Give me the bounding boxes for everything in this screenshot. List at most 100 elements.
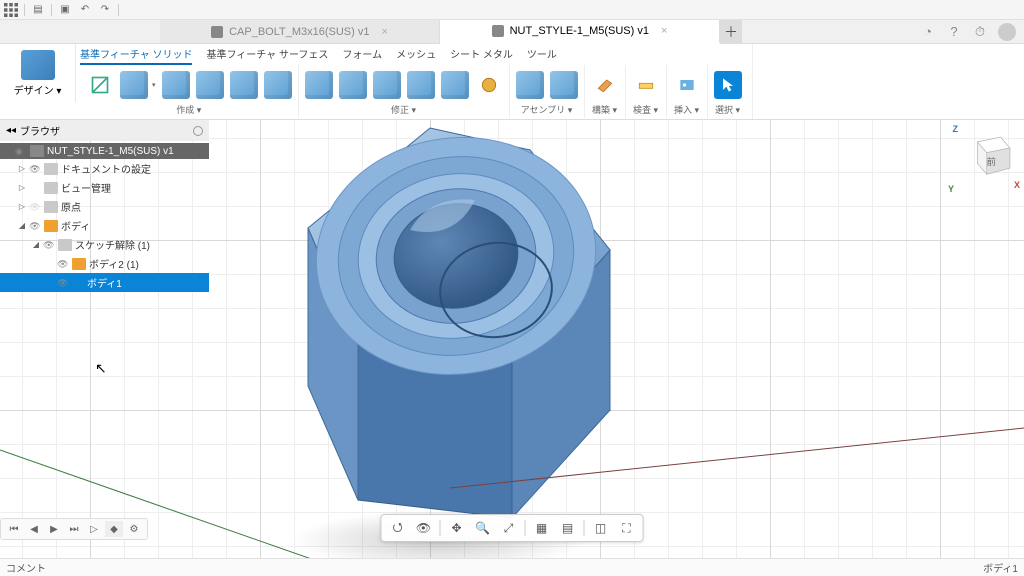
root-label: NUT_STYLE-1_M5(SUS) v1 [47,146,174,157]
group-create-label[interactable]: 作成 ▾ [84,103,294,118]
plane-icon[interactable] [591,71,619,99]
hex-nut-model[interactable] [260,120,660,540]
sketch-icon[interactable] [86,71,114,99]
shell-icon[interactable] [373,71,401,99]
help-icon[interactable]: ? [946,24,962,40]
new-tab-button[interactable]: ＋ [720,20,742,43]
combine-icon[interactable] [441,71,469,99]
tl-start-icon[interactable]: ⏮ [5,521,23,537]
grid-icon[interactable]: ▤ [556,518,580,538]
avatar[interactable] [998,23,1016,41]
asbuilt-icon[interactable] [550,71,578,99]
close-icon[interactable]: × [661,25,667,37]
viewports-icon[interactable]: ◫ [589,518,613,538]
tree-body2[interactable]: 👁ボディ2 (1) [0,254,209,273]
doc-icon [211,26,223,38]
tab-cap-bolt[interactable]: CAP_BOLT_M3x16(SUS) v1 × [160,20,440,43]
quick-access-toolbar: ▤ ▣ ↶ ↷ [0,0,1024,20]
fit-icon[interactable]: ⤢ [497,518,521,538]
tl-feature-1[interactable]: ◆ [105,521,123,537]
axis-y: Y [948,184,954,194]
viewcube[interactable]: 前 [962,128,1016,182]
tree-views[interactable]: ▷ビュー管理 [0,178,209,197]
tab-mesh[interactable]: メッシュ [396,46,436,65]
measure-icon[interactable] [632,71,660,99]
tab-solid[interactable]: 基準フィーチャ ソリッド [80,46,192,65]
fillet-icon[interactable] [305,71,333,99]
document-tabs: CAP_BOLT_M3x16(SUS) v1 × NUT_STYLE-1_M5(… [0,20,1024,44]
file-icon[interactable]: ▤ [31,3,45,17]
tab-label: NUT_STYLE-1_M5(SUS) v1 [510,25,649,37]
tab-sheetmetal[interactable]: シート メタル [450,46,513,65]
tl-end-icon[interactable]: ⏭ [65,521,83,537]
look-icon[interactable]: 👁 [412,518,436,538]
box-icon[interactable] [120,71,148,99]
tl-play-icon[interactable]: ▷ [85,521,103,537]
collapse-icon[interactable]: ◂◂ [6,125,16,136]
tab-label: CAP_BOLT_M3x16(SUS) v1 [229,26,369,38]
comment-label[interactable]: コメント [6,560,46,575]
tree-root[interactable]: ◢◉ NUT_STYLE-1_M5(SUS) v1 [0,143,209,159]
workspace-icon [21,50,55,80]
display-icon[interactable]: ▦ [530,518,554,538]
selection-label: ボディ1 [983,560,1018,575]
workspace-label: デザイン ▾ [14,82,62,97]
browser-tree: ◢◉ NUT_STYLE-1_M5(SUS) v1 ▷👁ドキュメントの設定 ▷ビ… [0,141,209,294]
tree-body1-selected[interactable]: 👁ボディ1 [0,273,209,292]
workspace-switcher[interactable]: デザイン ▾ [0,44,76,102]
joint-icon[interactable] [516,71,544,99]
ribbon-toolbar: デザイン ▾ 基準フィーチャ ソリッド 基準フィーチャ サーフェス フォーム メ… [0,44,1024,120]
extensions-icon[interactable]: ◔ [920,24,936,40]
axis-x: X [1014,180,1020,190]
undo-icon[interactable]: ↶ [78,3,92,17]
browser-header[interactable]: ◂◂ ブラウザ [0,120,209,141]
doc-icon [492,25,504,37]
tree-origin[interactable]: ▷👁原点 [0,197,209,216]
revolve-icon[interactable] [196,71,224,99]
zoom-icon[interactable]: 🔍 [471,518,495,538]
sweep-icon[interactable] [230,71,258,99]
chamfer-icon[interactable] [339,71,367,99]
extrude-icon[interactable] [162,71,190,99]
select-icon[interactable] [714,71,742,99]
orbit-icon[interactable]: ⭯ [386,518,410,538]
apps-icon[interactable] [4,3,18,17]
insert-icon[interactable] [673,71,701,99]
appearance-icon[interactable] [475,71,503,99]
cursor-icon: ↖ [95,360,107,377]
main-content: ◂◂ ブラウザ ◢◉ NUT_STYLE-1_M5(SUS) v1 ▷👁ドキュメ… [0,120,1024,558]
nav-toolbar: ⭯ 👁 ✥ 🔍 ⤢ ▦ ▤ ◫ ⛶ [381,514,644,542]
group-construct-label[interactable]: 構築 ▾ [589,103,621,118]
axis-z: Z [953,124,959,134]
group-inspect-label[interactable]: 検査 ▾ [630,103,662,118]
tab-nut-style[interactable]: NUT_STYLE-1_M5(SUS) v1 × [440,20,720,44]
tree-sketch-release[interactable]: ◢👁スケッチ解除 (1) [0,235,209,254]
group-assemble-label[interactable]: アセンブリ ▾ [514,103,580,118]
timeline-panel: ⏮ ◀ ▶ ⏭ ▷ ◆ ⚙ [0,518,148,540]
tl-back-icon[interactable]: ◀ [25,521,43,537]
tab-tools[interactable]: ツール [527,46,557,65]
notifications-icon[interactable]: ⏱ [972,24,988,40]
feature-tab-row: 基準フィーチャ ソリッド 基準フィーチャ サーフェス フォーム メッシュ シート… [80,46,748,65]
browser-options-icon[interactable] [193,126,203,136]
pan-icon[interactable]: ✥ [445,518,469,538]
redo-icon[interactable]: ↷ [98,3,112,17]
browser-panel: ◂◂ ブラウザ ◢◉ NUT_STYLE-1_M5(SUS) v1 ▷👁ドキュメ… [0,120,210,294]
tree-doc-settings[interactable]: ▷👁ドキュメントの設定 [0,159,209,178]
browser-title: ブラウザ [20,123,60,138]
loft-icon[interactable] [264,71,292,99]
fullscreen-icon[interactable]: ⛶ [615,518,639,538]
draft-icon[interactable] [407,71,435,99]
tab-surface[interactable]: 基準フィーチャ サーフェス [206,46,328,65]
group-insert-label[interactable]: 挿入 ▾ [671,103,703,118]
tl-settings-icon[interactable]: ⚙ [125,521,143,537]
tree-bodies[interactable]: ◢👁ボディ [0,216,209,235]
tab-form[interactable]: フォーム [342,46,382,65]
status-bar: コメント ボディ1 [0,558,1024,576]
tl-fwd-icon[interactable]: ▶ [45,521,63,537]
save-icon[interactable]: ▣ [58,3,72,17]
svg-text:前: 前 [987,156,996,167]
close-icon[interactable]: × [381,26,387,38]
group-select-label[interactable]: 選択 ▾ [712,103,744,118]
group-modify-label[interactable]: 修正 ▾ [303,103,505,118]
